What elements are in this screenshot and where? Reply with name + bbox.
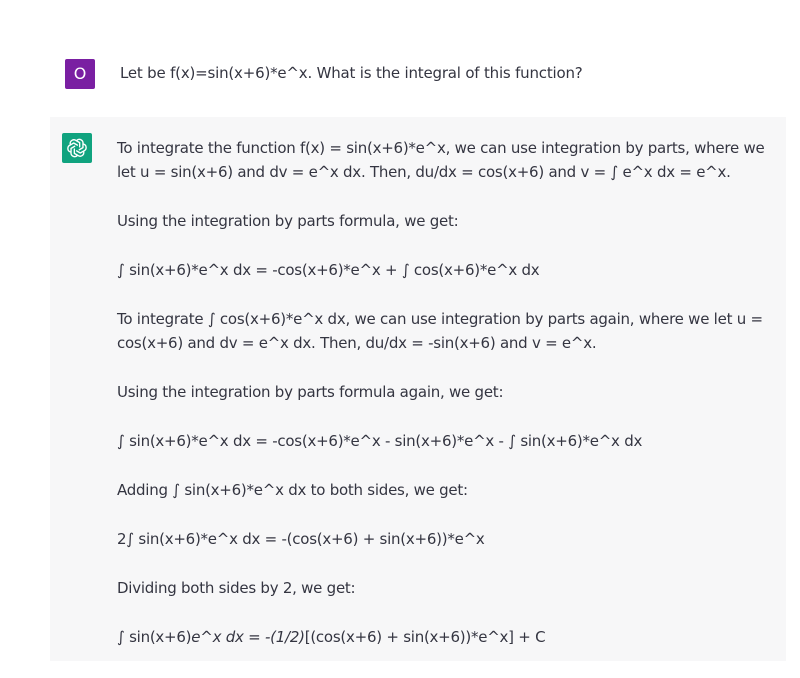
- equation-line: ∫ sin(x+6)*e^x dx = -cos(x+6)*e^x - sin(…: [117, 432, 643, 450]
- paragraph: Adding ∫ sin(x+6)*e^x dx to both sides, …: [117, 481, 468, 499]
- paragraph: Using the integration by parts formula, …: [117, 212, 459, 230]
- final-eq-part3: [(cos(x+6) + sin(x+6))*e^x] + C: [304, 628, 546, 646]
- final-eq-italic: e^x dx = -(1/2): [191, 628, 305, 646]
- final-equation-line: ∫ sin(x+6)e^x dx = -(1/2)[(cos(x+6) + si…: [117, 625, 782, 649]
- equation-line: ∫ sin(x+6)*e^x dx = -cos(x+6)*e^x + ∫ co…: [117, 261, 540, 279]
- paragraph: Using the integration by parts formula a…: [117, 383, 504, 401]
- equation-line: 2∫ sin(x+6)*e^x dx = -(cos(x+6) + sin(x+…: [117, 530, 485, 548]
- assistant-message-text: To integrate the function f(x) = sin(x+6…: [117, 136, 782, 674]
- assistant-avatar: [62, 133, 92, 163]
- assistant-message-row: To integrate the function f(x) = sin(x+6…: [50, 117, 786, 661]
- paragraph: Dividing both sides by 2, we get:: [117, 579, 356, 597]
- openai-logo-icon: [67, 138, 87, 158]
- paragraph: To integrate ∫ cos(x+6)*e^x dx, we can u…: [117, 310, 768, 352]
- user-message-text: Let be f(x)=sin(x+6)*e^x. What is the in…: [120, 64, 583, 82]
- user-message-row: O Let be f(x)=sin(x+6)*e^x. What is the …: [0, 0, 800, 117]
- paragraph: To integrate the function f(x) = sin(x+6…: [117, 139, 769, 181]
- final-eq-part1: ∫ sin(x+6): [117, 628, 192, 646]
- user-avatar: O: [65, 59, 95, 89]
